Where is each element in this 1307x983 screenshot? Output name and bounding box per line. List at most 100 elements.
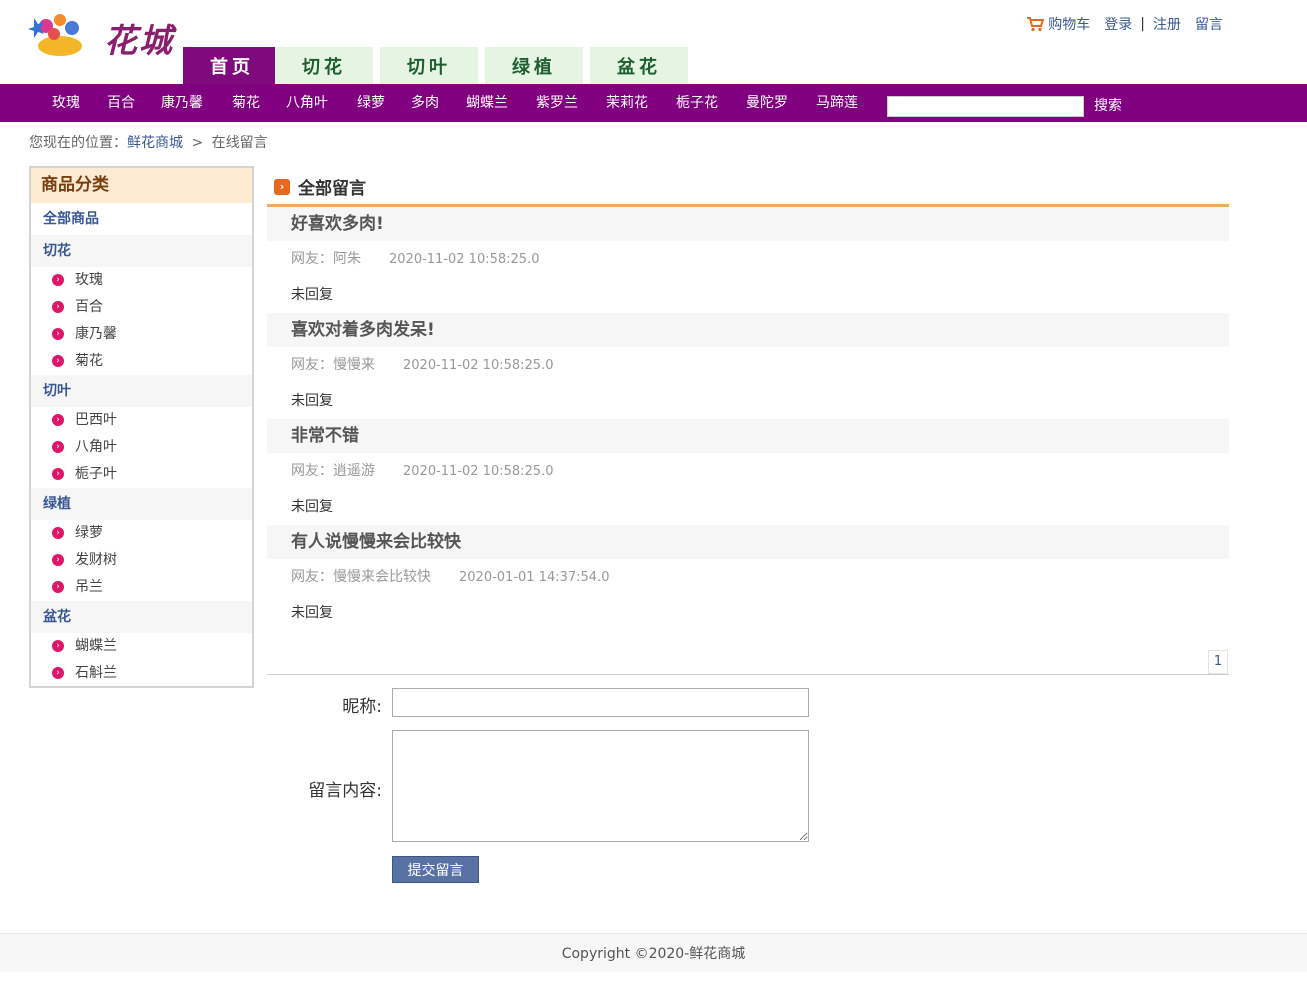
sidebar-item[interactable]: › 八角叶 — [31, 434, 252, 461]
message-reply-status: 未回复 — [291, 393, 333, 409]
message-item: 非常不错 网友：逍遥游 2020-11-02 10:58:25.0 未回复 — [267, 419, 1229, 525]
sidebar-item[interactable]: › 发财树 — [31, 547, 252, 574]
top-links: 购物车 登录 | 注册 留言 — [1026, 14, 1223, 34]
sidebar-item[interactable]: › 绿萝 — [31, 520, 252, 547]
nickname-label: 昵称: — [342, 697, 382, 717]
subnav-item[interactable]: 八角叶 — [286, 84, 328, 122]
bullet-arrow-icon: › — [52, 554, 64, 566]
bullet-arrow-icon: › — [52, 667, 64, 679]
breadcrumb-home-link[interactable]: 鲜花商城 — [127, 135, 183, 151]
message-author: 网友：慢慢来 — [291, 357, 375, 373]
sidebar-item-label: 石斛兰 — [75, 665, 117, 681]
subnav-item[interactable]: 百合 — [107, 84, 135, 122]
bullet-arrow-icon: › — [52, 441, 64, 453]
section-title: › 全部留言 — [274, 174, 366, 199]
message-time: 2020-11-02 10:58:25.0 — [403, 464, 554, 479]
breadcrumb-current: 在线留言 — [211, 135, 268, 151]
search-button[interactable]: 搜索 — [1094, 96, 1122, 116]
section-divider — [267, 674, 1229, 675]
tab-potted-flowers[interactable]: 盆花 — [590, 47, 688, 84]
tab-cut-leaves[interactable]: 切叶 — [380, 47, 478, 84]
message-title: 好喜欢多肉! — [267, 207, 1229, 241]
submit-message-button[interactable]: 提交留言 — [392, 856, 479, 883]
footer: Copyright ©2020-鲜花商城 — [0, 933, 1307, 972]
sidebar-item[interactable]: › 菊花 — [31, 348, 252, 375]
sidebar-item-label: 发财树 — [75, 552, 117, 568]
message-title: 非常不错 — [267, 419, 1229, 453]
bullet-arrow-icon: › — [52, 581, 64, 593]
message-time: 2020-01-01 14:37:54.0 — [459, 570, 610, 585]
subnav-item[interactable]: 马蹄莲 — [816, 84, 858, 122]
subnav-item[interactable]: 栀子花 — [676, 84, 718, 122]
message-reply-status: 未回复 — [291, 499, 333, 515]
sidebar-category[interactable]: 盆花 — [31, 601, 252, 633]
subnav-item[interactable]: 玫瑰 — [52, 84, 80, 122]
subnav-item[interactable]: 菊花 — [232, 84, 260, 122]
breadcrumb-prefix: 您现在的位置： — [29, 135, 127, 151]
sidebar-item-label: 玫瑰 — [75, 272, 103, 288]
flower-basket-icon — [28, 14, 82, 56]
site-logo[interactable]: 花城 — [28, 8, 180, 64]
pagination-page[interactable]: 1 — [1208, 650, 1228, 674]
sidebar-item-label: 康乃馨 — [75, 326, 117, 342]
subnav-item[interactable]: 绿萝 — [357, 84, 385, 122]
message-meta: 网友：阿朱 2020-11-02 10:58:25.0 — [267, 241, 1229, 277]
bullet-arrow-icon: › — [52, 274, 64, 286]
bullet-arrow-icon: › — [52, 468, 64, 480]
message-content-textarea[interactable] — [392, 730, 809, 842]
sidebar-item-label: 百合 — [75, 299, 103, 315]
subnav-item[interactable]: 紫罗兰 — [536, 84, 578, 122]
message-item: 有人说慢慢来会比较快 网友：慢慢来会比较快 2020-01-01 14:37:54… — [267, 525, 1229, 631]
sidebar-item[interactable]: › 百合 — [31, 294, 252, 321]
copyright-text: Copyright ©2020-鲜花商城 — [561, 946, 746, 962]
message-author: 网友：慢慢来会比较快 — [291, 569, 431, 585]
subnav-item[interactable]: 多肉 — [411, 84, 439, 122]
message-meta: 网友：慢慢来会比较快 2020-01-01 14:37:54.0 — [267, 559, 1229, 595]
category-sidebar: 商品分类 全部商品 切花 › 玫瑰 › 百合 › 康乃馨 › 菊花 切叶 › 巴西叶 › 八… — [29, 166, 254, 688]
nickname-input[interactable] — [392, 688, 809, 717]
sidebar-item-label: 栀子叶 — [75, 466, 117, 482]
message-title: 有人说慢慢来会比较快 — [267, 525, 1229, 559]
sidebar-item[interactable]: › 吊兰 — [31, 574, 252, 601]
sidebar-item-label: 八角叶 — [75, 439, 117, 455]
bullet-arrow-icon: › — [52, 301, 64, 313]
message-reply-status: 未回复 — [291, 287, 333, 303]
subnav-item[interactable]: 茉莉花 — [606, 84, 648, 122]
tab-cut-flowers[interactable]: 切花 — [275, 47, 373, 84]
sidebar-item[interactable]: › 玫瑰 — [31, 267, 252, 294]
sidebar-item[interactable]: › 栀子叶 — [31, 461, 252, 488]
sidebar-category[interactable]: 绿植 — [31, 488, 252, 520]
sidebar-item[interactable]: › 石斛兰 — [31, 660, 252, 687]
sidebar-item-label: 巴西叶 — [75, 412, 117, 428]
tab-home[interactable]: 首页 — [183, 47, 281, 84]
message-title: 喜欢对着多肉发呆! — [267, 313, 1229, 347]
tab-green-plants[interactable]: 绿植 — [485, 47, 583, 84]
sidebar-category[interactable]: 切叶 — [31, 375, 252, 407]
login-link[interactable]: 登录 — [1104, 14, 1132, 34]
logo-text: 花城 — [104, 21, 174, 60]
subnav-item[interactable]: 曼陀罗 — [746, 84, 788, 122]
message-reply-status: 未回复 — [291, 605, 333, 621]
message-meta: 网友：慢慢来 2020-11-02 10:58:25.0 — [267, 347, 1229, 383]
sidebar-all-products[interactable]: 全部商品 — [31, 203, 252, 235]
breadcrumb-separator: > — [191, 135, 204, 151]
sidebar-item-label: 蝴蝶兰 — [75, 638, 117, 654]
message-link[interactable]: 留言 — [1195, 14, 1223, 34]
sidebar-item[interactable]: › 蝴蝶兰 — [31, 633, 252, 660]
sidebar-category[interactable]: 切花 — [31, 235, 252, 267]
message-author: 网友：逍遥游 — [291, 463, 375, 479]
sidebar-item[interactable]: › 康乃馨 — [31, 321, 252, 348]
sidebar-item[interactable]: › 巴西叶 — [31, 407, 252, 434]
subnav-item[interactable]: 康乃馨 — [161, 84, 203, 122]
message-item: 好喜欢多肉! 网友：阿朱 2020-11-02 10:58:25.0 未回复 — [267, 207, 1229, 313]
arrow-right-icon: › — [274, 178, 290, 195]
message-item: 喜欢对着多肉发呆! 网友：慢慢来 2020-11-02 10:58:25.0 未回… — [267, 313, 1229, 419]
cart-link[interactable]: 购物车 — [1048, 14, 1090, 34]
sidebar-item-label: 菊花 — [75, 353, 103, 369]
message-time: 2020-11-02 10:58:25.0 — [403, 358, 554, 373]
sidebar-item-label: 吊兰 — [75, 579, 103, 595]
subnav-item[interactable]: 蝴蝶兰 — [466, 84, 508, 122]
search-input[interactable] — [887, 96, 1084, 117]
message-author: 网友：阿朱 — [291, 251, 361, 267]
register-link[interactable]: 注册 — [1153, 14, 1181, 34]
